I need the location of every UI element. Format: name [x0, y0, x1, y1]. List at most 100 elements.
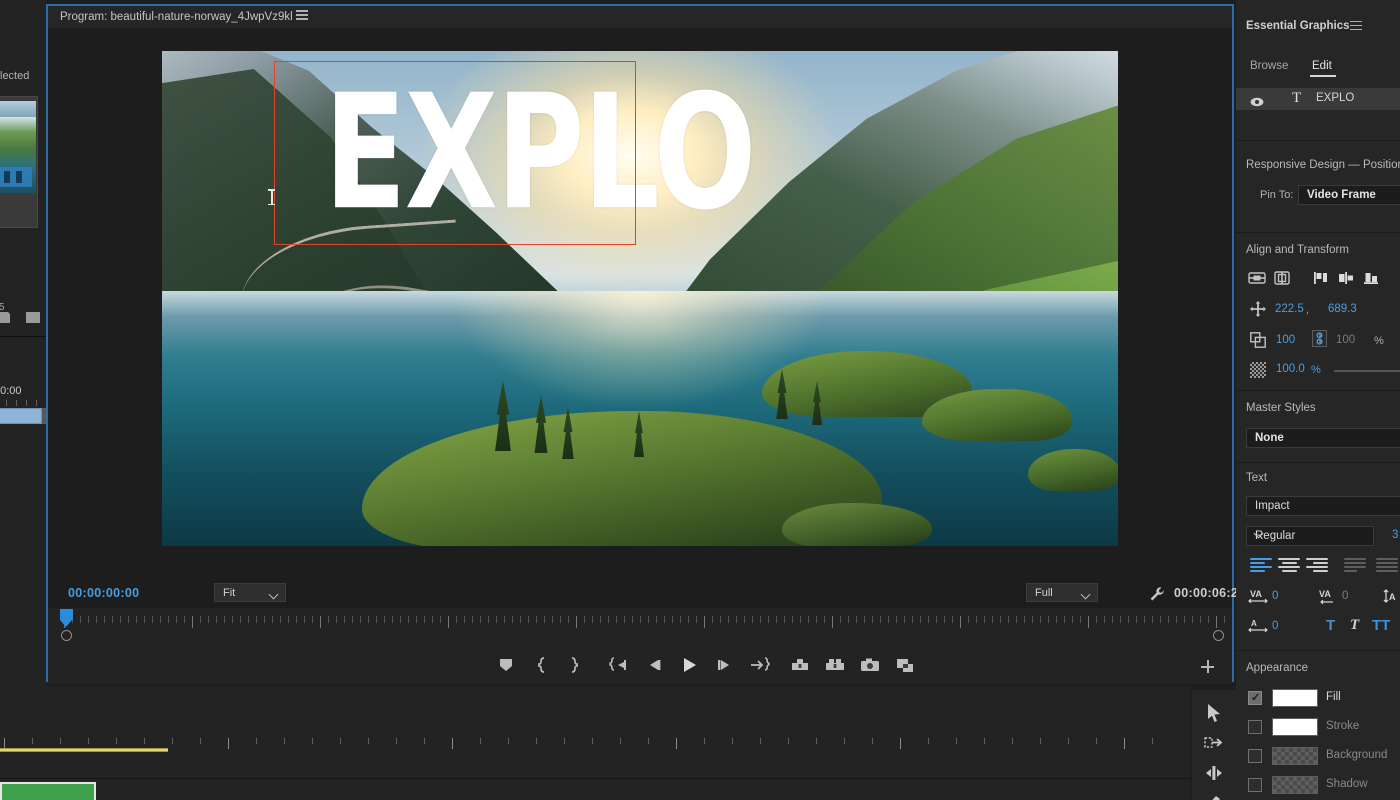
program-scrubber[interactable] [48, 608, 1232, 646]
timeline-ruler[interactable] [0, 738, 1190, 750]
playhead-marker[interactable] [60, 609, 73, 627]
in-point-handle[interactable] [61, 630, 72, 641]
source-clip-card[interactable]: 6:25 [0, 96, 38, 313]
source-timecode-text: 00:00 [0, 385, 22, 397]
font-family-value: Impact [1255, 500, 1290, 512]
zoom-level-select[interactable]: Fit [214, 583, 286, 602]
tracking-value[interactable]: 0 [1272, 590, 1278, 602]
program-monitor-header: Program: beautiful-nature-norway_4JwpVz9… [48, 6, 1232, 28]
font-family-select[interactable]: Impact [1246, 496, 1400, 516]
graphic-layer-name[interactable]: EXPLO [1316, 92, 1354, 104]
font-style-select[interactable]: Regular [1246, 526, 1374, 546]
align-text-justify-all-button[interactable] [1376, 558, 1398, 574]
go-to-in-button[interactable] [608, 654, 630, 676]
align-text-right-button[interactable] [1306, 558, 1328, 574]
tab-edit[interactable]: Edit [1312, 60, 1332, 72]
timeline-work-area-bar[interactable] [0, 748, 168, 752]
track-select-forward-tool[interactable] [1203, 732, 1225, 754]
faux-italic-button[interactable]: T [1350, 617, 1359, 634]
mark-out-button[interactable] [563, 654, 585, 676]
align-bottom-icon[interactable] [1362, 270, 1380, 286]
tab-active-underline [1310, 75, 1336, 77]
add-marker-button[interactable] [495, 654, 517, 676]
background-label: Background [1326, 749, 1388, 761]
playback-resolution-value: Full [1035, 587, 1053, 599]
align-text-left-button[interactable] [1250, 558, 1272, 574]
text-selection-box[interactable] [274, 61, 636, 245]
text-heading: Text [1246, 472, 1268, 484]
position-separator: , [1306, 304, 1310, 316]
scale-icon [1250, 332, 1266, 353]
selection-tool[interactable] [1203, 702, 1225, 724]
comparison-view-button[interactable] [894, 654, 916, 676]
align-center-v-icon[interactable] [1273, 270, 1291, 286]
master-styles-value: None [1255, 432, 1284, 444]
pin-to-select[interactable]: Video Frame [1298, 185, 1400, 205]
stroke-color-swatch[interactable] [1272, 718, 1318, 736]
appearance-row-background: Background [1236, 745, 1400, 769]
align-text-justify-last-left-button[interactable] [1344, 558, 1366, 574]
opacity-slider[interactable] [1334, 370, 1400, 372]
program-monitor-infobar: 00:00:00:00 Fit Full 00:00:06:25 [48, 580, 1245, 608]
lift-button[interactable] [789, 654, 811, 676]
align-center-h-icon[interactable] [1248, 270, 1266, 286]
source-ruler[interactable] [0, 400, 46, 407]
align-left-icon[interactable] [1312, 270, 1330, 286]
fill-color-swatch[interactable] [1272, 689, 1318, 707]
playhead-timecode[interactable]: 00:00:00:00 [68, 586, 139, 600]
scale-height-value[interactable]: 100 [1336, 334, 1355, 346]
all-caps-button[interactable]: TT [1372, 617, 1390, 634]
eye-icon[interactable] [1250, 94, 1264, 107]
background-checkbox[interactable] [1248, 749, 1262, 763]
hamburger-icon[interactable] [1350, 21, 1362, 32]
step-back-button[interactable] [643, 654, 665, 676]
align-center-icon[interactable] [1337, 270, 1355, 286]
position-y-value[interactable]: 689.3 [1328, 303, 1357, 315]
master-styles-heading: Master Styles [1246, 402, 1316, 414]
extract-button[interactable] [824, 654, 846, 676]
master-styles-select[interactable]: None [1246, 428, 1400, 448]
fill-checkbox[interactable]: ✓ [1248, 691, 1262, 705]
faux-bold-button[interactable]: T [1326, 617, 1335, 634]
button-editor-plus-icon[interactable] [1201, 660, 1214, 673]
svg-text:A: A [1389, 592, 1396, 602]
out-point-handle[interactable] [1213, 630, 1224, 641]
play-button[interactable] [676, 654, 702, 676]
shadow-color-swatch[interactable] [1272, 776, 1318, 794]
timeline-clip[interactable] [0, 782, 96, 800]
align-and-transform-heading: Align and Transform [1246, 244, 1349, 256]
scrubber-ticks [64, 616, 1225, 628]
new-item-icon[interactable] [26, 312, 40, 323]
shadow-checkbox[interactable] [1248, 778, 1262, 792]
stroke-label: Stroke [1326, 720, 1360, 732]
ripple-edit-tool[interactable] [1203, 762, 1225, 784]
new-bin-icon[interactable] [0, 312, 10, 323]
background-color-swatch[interactable] [1272, 747, 1318, 765]
kerning-value[interactable]: 0 [1342, 590, 1348, 602]
font-size-value[interactable]: 3 [1392, 529, 1398, 541]
timeline-panel[interactable] [0, 686, 1190, 800]
program-monitor-viewer[interactable]: EXPLO [48, 28, 1232, 580]
svg-text:VA: VA [1250, 589, 1262, 599]
align-text-center-button[interactable] [1278, 558, 1300, 574]
wrench-icon[interactable] [1148, 585, 1166, 603]
graphic-layer-row[interactable]: T EXPLO [1236, 88, 1400, 110]
playback-resolution-select[interactable]: Full [1026, 583, 1098, 602]
link-icon[interactable] [1312, 330, 1327, 347]
step-forward-button[interactable] [713, 654, 735, 676]
stroke-checkbox[interactable] [1248, 720, 1262, 734]
go-to-out-button[interactable] [748, 654, 770, 676]
source-scrollbar[interactable] [0, 408, 42, 424]
island-small-right [1028, 449, 1118, 491]
program-monitor-title: Program: beautiful-nature-norway_4JwpVz9… [60, 11, 293, 23]
position-x-value[interactable]: 222.5 [1275, 303, 1304, 315]
export-frame-button[interactable] [859, 654, 881, 676]
mark-in-button[interactable] [531, 654, 553, 676]
tab-browse[interactable]: Browse [1250, 60, 1288, 72]
baseline-shift-value[interactable]: 0 [1272, 620, 1278, 632]
opacity-value[interactable]: 100.0 [1276, 363, 1305, 375]
video-frame[interactable]: EXPLO [162, 51, 1118, 546]
hamburger-icon[interactable] [296, 10, 308, 22]
razor-tool[interactable] [1203, 792, 1225, 800]
scale-width-value[interactable]: 100 [1276, 334, 1295, 346]
